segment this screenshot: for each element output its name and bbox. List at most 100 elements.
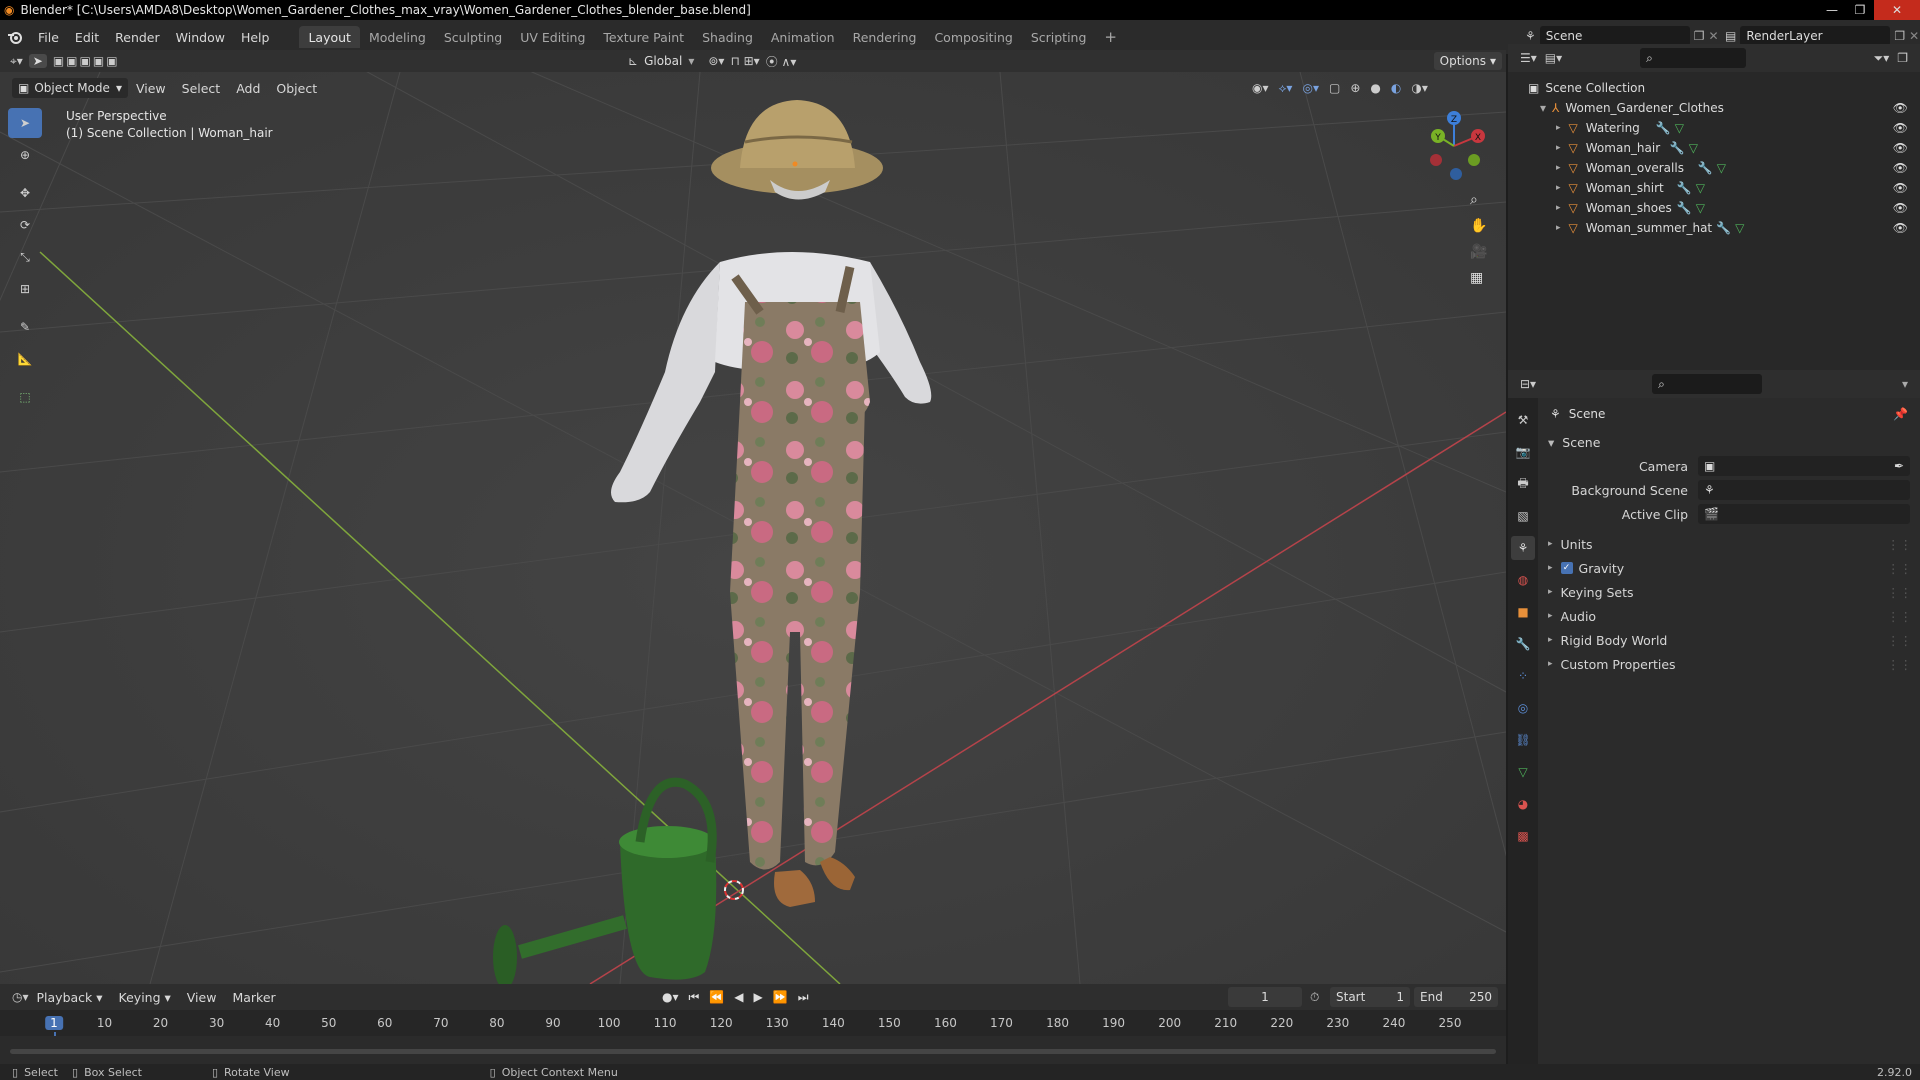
mesh-data-icon[interactable]: ▽ (1735, 221, 1744, 235)
drag-handle-icon[interactable]: ⋮⋮ (1887, 537, 1912, 552)
tab-compositing[interactable]: Compositing (925, 26, 1021, 48)
tab-uv-editing[interactable]: UV Editing (511, 26, 594, 48)
annotate-tool-icon[interactable]: ✎ (8, 312, 42, 342)
outliner-collection-row[interactable]: ▾ ⅄ Women_Gardener_Clothes 👁 (1508, 98, 1920, 118)
prev-keyframe-icon[interactable]: ⏪ (709, 990, 724, 1004)
timeline-menu-playback[interactable]: Playback ▾ (29, 985, 111, 1009)
new-scene-icon[interactable]: ❐ (1694, 29, 1705, 43)
timeline-scrollbar[interactable] (10, 1049, 1496, 1054)
add-workspace-icon[interactable]: + (1095, 26, 1126, 48)
gizmo-toggle-icon[interactable]: ⟡▾ (1279, 81, 1293, 96)
mode-selector[interactable]: ▣ Object Mode ▾ (12, 78, 128, 98)
vp-menu-add[interactable]: Add (228, 76, 268, 100)
outliner-object-row[interactable]: ▸ ▽ Watering 🔧 ▽ 👁 (1508, 118, 1920, 138)
tool-tab-icon[interactable]: ⚒ (1511, 408, 1535, 432)
editor-type-icon[interactable]: ⌖▾ (10, 54, 23, 69)
jump-end-icon[interactable]: ⏭ (798, 990, 809, 1005)
mesh-data-icon[interactable]: ▽ (1717, 161, 1726, 175)
particles-tab-icon[interactable]: ⁘ (1511, 664, 1535, 688)
physics-tab-icon[interactable]: ◎ (1511, 696, 1535, 720)
options-dropdown[interactable]: Options ▾ (1433, 52, 1502, 70)
outliner-object-row[interactable]: ▸ ▽ Woman_shoes 🔧 ▽ 👁 (1508, 198, 1920, 218)
keyframe-area[interactable] (0, 1036, 1506, 1058)
constraints-tab-icon[interactable]: ⛓ (1511, 728, 1535, 752)
camera-view-icon[interactable]: 🎥 (1470, 244, 1487, 260)
scale-tool-icon[interactable]: ⤡ (8, 242, 42, 272)
visibility-eye-icon[interactable]: 👁 (1893, 181, 1908, 195)
xray-icon[interactable]: ▢ (1329, 81, 1340, 95)
visibility-eye-icon[interactable]: 👁 (1893, 121, 1908, 135)
menu-render[interactable]: Render (107, 25, 168, 49)
active-clip-field[interactable]: 🎬 (1698, 504, 1910, 524)
select-box-tool-icon[interactable]: ➤ (8, 108, 42, 138)
overlay-toggle-icon[interactable]: ◎▾ (1302, 81, 1319, 95)
shading-wireframe-icon[interactable]: ⊕ (1350, 81, 1360, 95)
renderlayer-icon[interactable]: ▤ (1725, 29, 1736, 43)
modifier-tab-icon[interactable]: 🔧 (1511, 632, 1535, 656)
data-tab-icon[interactable]: ▽ (1511, 760, 1535, 784)
menu-help[interactable]: Help (233, 25, 278, 49)
proportional-edit-icon[interactable]: ⦿ ∧▾ (766, 53, 797, 70)
tab-modeling[interactable]: Modeling (360, 26, 435, 48)
tab-scripting[interactable]: Scripting (1022, 26, 1096, 48)
rotate-tool-icon[interactable]: ⟳ (8, 210, 42, 240)
navigation-gizmo[interactable]: Z X Y (1420, 108, 1498, 184)
scene-icon[interactable]: ⚘ (1525, 29, 1536, 43)
shading-material-icon[interactable]: ◐ (1391, 81, 1401, 95)
view-layer-tab-icon[interactable]: ▧ (1511, 504, 1535, 528)
object-tab-icon[interactable]: ■ (1511, 600, 1535, 624)
shading-rendered-icon[interactable]: ◑▾ (1411, 81, 1428, 95)
visibility-eye-icon[interactable]: 👁 (1893, 141, 1908, 155)
menu-file[interactable]: File (30, 25, 67, 49)
tab-layout[interactable]: Layout (299, 26, 360, 48)
preview-range-icon[interactable]: ⏱ (1310, 990, 1319, 1005)
expand-arrow-icon[interactable]: ▸ (1556, 163, 1561, 173)
expand-arrow-icon[interactable]: ▸ (1556, 203, 1561, 213)
vp-menu-object[interactable]: Object (268, 76, 325, 100)
measure-tool-icon[interactable]: 📐 (8, 344, 42, 374)
outliner-search-input[interactable]: ⌕ (1640, 48, 1747, 68)
expand-arrow-icon[interactable]: ▸ (1556, 183, 1561, 193)
tab-sculpting[interactable]: Sculpting (435, 26, 511, 48)
output-tab-icon[interactable]: 🖶 (1511, 472, 1535, 496)
visibility-eye-icon[interactable]: 👁 (1893, 161, 1908, 175)
next-keyframe-icon[interactable]: ⏩ (773, 990, 788, 1004)
minimize-button[interactable]: — (1818, 0, 1846, 20)
filter-icon[interactable]: ⏷▾ (1874, 51, 1890, 66)
outliner-object-row[interactable]: ▸ ▽ Woman_shirt 🔧 ▽ 👁 (1508, 178, 1920, 198)
display-mode-icon[interactable]: ▤▾ (1545, 51, 1562, 65)
delete-renderlayer-icon[interactable]: ✕ (1909, 29, 1919, 43)
mesh-data-icon[interactable]: ▽ (1696, 181, 1705, 195)
visibility-eye-icon[interactable]: 👁 (1893, 101, 1908, 115)
move-tool-icon[interactable]: ✥ (8, 178, 42, 208)
select-mode-icons[interactable]: ▣▣▣▣▣ (53, 54, 120, 68)
gravity-checkbox[interactable]: ✓ (1560, 562, 1573, 574)
expand-arrow-icon[interactable]: ▾ (1540, 101, 1546, 115)
frame-ruler[interactable]: 1 10 20 30 40 50 60 70 80 90 100 110 120 130 140 150 160… (0, 1010, 1506, 1058)
outliner-object-row[interactable]: ▸ ▽ Woman_hair 🔧 ▽ 👁 (1508, 138, 1920, 158)
new-renderlayer-icon[interactable]: ❐ (1894, 29, 1905, 43)
shading-solid-icon[interactable]: ● (1370, 81, 1380, 95)
zoom-icon[interactable]: ⌕ (1470, 192, 1487, 208)
properties-editor-type-icon[interactable]: ⊟▾ (1520, 377, 1536, 391)
modifier-wrench-icon[interactable]: 🔧 (1670, 141, 1685, 155)
camera-field[interactable]: ▣ ✒ (1698, 456, 1910, 476)
outliner-editor-type-icon[interactable]: ☰▾ (1520, 51, 1537, 65)
drag-handle-icon[interactable]: ⋮⋮ (1887, 561, 1912, 576)
scene-selector[interactable]: Scene (1539, 26, 1690, 46)
3d-viewport[interactable]: ▣ Object Mode ▾ View Select Add Object ◉▾… (0, 72, 1506, 984)
expand-arrow-icon[interactable]: ▸ (1556, 143, 1561, 153)
cursor-tool-icon[interactable]: ⊕ (8, 140, 42, 170)
modifier-wrench-icon[interactable]: 🔧 (1656, 121, 1671, 135)
jump-start-icon[interactable]: ⏮ (689, 990, 700, 1005)
drag-handle-icon[interactable]: ⋮⋮ (1887, 609, 1912, 624)
tab-rendering[interactable]: Rendering (844, 26, 926, 48)
properties-search-input[interactable]: ⌕ (1652, 374, 1763, 394)
tab-texture-paint[interactable]: Texture Paint (594, 26, 693, 48)
mesh-data-icon[interactable]: ▽ (1689, 141, 1698, 155)
expand-arrow-icon[interactable]: ▸ (1556, 223, 1561, 233)
scene-tab-icon[interactable]: ⚘ (1511, 536, 1535, 560)
properties-options-icon[interactable]: ▾ (1902, 377, 1908, 391)
tab-animation[interactable]: Animation (762, 26, 844, 48)
pin-icon[interactable]: 📌 (1893, 407, 1908, 421)
